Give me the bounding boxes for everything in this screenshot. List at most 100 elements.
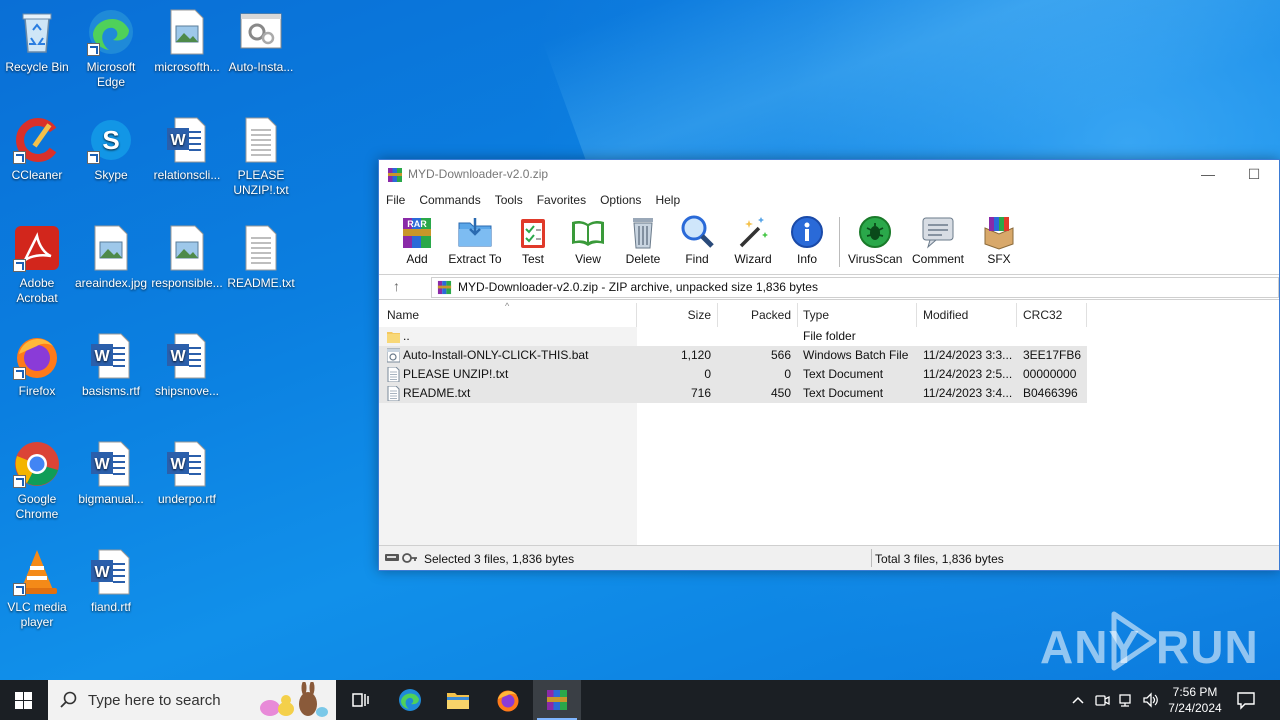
delete-button[interactable]: Delete [625, 214, 661, 266]
column-header-packed[interactable]: Packed [724, 303, 791, 327]
desktop-icon-please-unzip[interactable]: PLEASE UNZIP!.txt [223, 116, 299, 198]
view-button[interactable]: View [566, 214, 610, 266]
view-label: View [575, 252, 601, 266]
add-label: Add [406, 252, 428, 266]
meet-now-icon[interactable] [1094, 692, 1110, 708]
menu-bar: File Commands Tools Favorites Options Help [379, 189, 1279, 211]
menu-commands[interactable]: Commands [412, 189, 487, 207]
desktop-icon-google-chrome[interactable]: Google Chrome [0, 440, 75, 522]
taskbar-file-explorer[interactable] [434, 680, 482, 720]
column-header-modified[interactable]: Modified [923, 303, 968, 327]
info-button[interactable]: Info [789, 214, 825, 266]
desktop-icon-label: VLC media player [7, 600, 67, 629]
file-size: 1,120 [680, 348, 711, 362]
file-modified: 11/24/2023 3:4... [923, 386, 1013, 400]
network-icon[interactable] [1118, 692, 1134, 708]
start-button[interactable] [0, 680, 48, 720]
desktop-icon-microsoft-edge[interactable]: Microsoft Edge [73, 8, 149, 90]
task-view-button[interactable] [336, 680, 384, 720]
desktop-icon-firefox[interactable]: Firefox [0, 332, 75, 399]
parent-folder-row[interactable]: .. File folder [379, 327, 1087, 346]
desktop-icon-fiand[interactable]: W fiand.rtf [73, 548, 149, 615]
file-crc32: B0466396 [1023, 386, 1078, 400]
menu-file[interactable]: File [379, 189, 412, 207]
desktop-icon-vlc[interactable]: VLC media player [0, 548, 75, 630]
file-list[interactable]: Name ^ Size Packed Type Modified CRC32 .… [379, 301, 1279, 546]
table-row[interactable]: README.txt 716 450 Text Document 11/24/2… [379, 384, 1087, 403]
chevron-up-icon[interactable] [1070, 692, 1086, 708]
toolbar-separator [839, 217, 840, 267]
add-button[interactable]: RAR Add [397, 214, 437, 266]
desktop-icon-recycle-bin[interactable]: Recycle Bin [0, 8, 75, 75]
status-divider [871, 549, 872, 567]
desktop-icon-ccleaner[interactable]: CCleaner [0, 116, 75, 183]
column-divider [1016, 303, 1017, 327]
menu-options[interactable]: Options [593, 189, 648, 207]
desktop-icon-bigmanual[interactable]: W bigmanual... [73, 440, 149, 507]
column-header-size[interactable]: Size [649, 303, 711, 327]
edge-icon [87, 8, 135, 56]
virusscan-label: VirusScan [848, 252, 903, 266]
extract-to-button[interactable]: Extract To [447, 214, 503, 266]
title-bar[interactable]: MYD-Downloader-v2.0.zip — ☐ [379, 160, 1279, 189]
taskbar-clock[interactable]: 7:56 PM 7/24/2024 [1160, 684, 1230, 716]
info-label: Info [796, 252, 817, 266]
desktop-icon-microsofth[interactable]: microsofth... [149, 8, 225, 75]
table-row[interactable]: Auto-Install-ONLY-CLICK-THIS.bat 1,120 5… [379, 346, 1087, 365]
volume-icon[interactable] [1142, 692, 1158, 708]
archive-icon [437, 280, 452, 295]
menu-favorites[interactable]: Favorites [530, 189, 593, 207]
image-file-icon [87, 224, 135, 272]
up-one-level-button[interactable]: ↑ [393, 278, 400, 294]
column-header-type[interactable]: Type [803, 303, 829, 327]
svg-text:W: W [94, 564, 110, 581]
sfx-button[interactable]: SFX [979, 214, 1019, 266]
desktop-icon-label: CCleaner [11, 168, 63, 182]
menu-help[interactable]: Help [648, 189, 687, 207]
file-type: Text Document [803, 386, 884, 400]
virus-scan-icon [859, 216, 891, 248]
file-modified: 11/24/2023 2:5... [923, 367, 1013, 381]
notification-center-icon[interactable] [1236, 690, 1256, 710]
comment-button[interactable]: Comment [910, 214, 966, 266]
extract-to-label: Extract To [448, 252, 502, 266]
windows-logo-icon [15, 692, 32, 709]
taskbar-edge[interactable] [386, 680, 434, 720]
shortcut-arrow-icon [87, 151, 100, 164]
desktop-icon-adobe-acrobat[interactable]: Adobe Acrobat [0, 224, 75, 306]
taskbar-search-box[interactable]: Type here to search [48, 680, 336, 720]
batch-file-icon [387, 348, 400, 363]
desktop-icon-auto-install[interactable]: Auto-Insta... [223, 8, 299, 75]
archive-path-field[interactable]: MYD-Downloader-v2.0.zip - ZIP archive, u… [431, 277, 1279, 298]
desktop-icon-underpo[interactable]: W underpo.rtf [149, 440, 225, 507]
column-divider [1086, 303, 1087, 327]
recycle-bin-icon [13, 8, 61, 56]
column-header-crc32[interactable]: CRC32 [1023, 303, 1062, 327]
desktop-icon-relationscli[interactable]: W relationscli... [149, 116, 225, 183]
file-size: 716 [690, 386, 711, 400]
desktop-icon-label: responsible... [151, 276, 223, 290]
adobe-acrobat-icon [13, 224, 61, 272]
desktop-icon-responsible[interactable]: responsible... [149, 224, 225, 291]
virusscan-button[interactable]: VirusScan [848, 214, 902, 266]
test-button[interactable]: Test [515, 214, 551, 266]
table-row[interactable]: PLEASE UNZIP!.txt 0 0 Text Document 11/2… [379, 365, 1087, 384]
desktop-icon-shipsnove[interactable]: W shipsnove... [149, 332, 225, 399]
extract-folder-icon [458, 218, 492, 247]
desktop-icon-areaindex[interactable]: areaindex.jpg [73, 224, 149, 291]
desktop-icon-readme[interactable]: README.txt [223, 224, 299, 291]
maximize-button[interactable]: ☐ [1231, 160, 1277, 189]
trash-icon [633, 218, 653, 249]
winrar-window[interactable]: MYD-Downloader-v2.0.zip — ☐ File Commands… [378, 159, 1280, 571]
menu-tools[interactable]: Tools [488, 189, 530, 207]
taskbar-winrar[interactable] [533, 680, 581, 720]
desktop-icon-skype[interactable]: S Skype [73, 116, 149, 183]
find-button[interactable]: Find [679, 214, 715, 266]
taskbar-firefox[interactable] [484, 680, 532, 720]
text-file-icon [387, 367, 400, 382]
desktop-icon-basisms[interactable]: W basisms.rtf [73, 332, 149, 399]
svg-text:W: W [94, 348, 110, 365]
column-header-name[interactable]: Name [387, 303, 419, 327]
minimize-button[interactable]: — [1185, 160, 1231, 189]
wizard-button[interactable]: Wizard [733, 214, 773, 266]
